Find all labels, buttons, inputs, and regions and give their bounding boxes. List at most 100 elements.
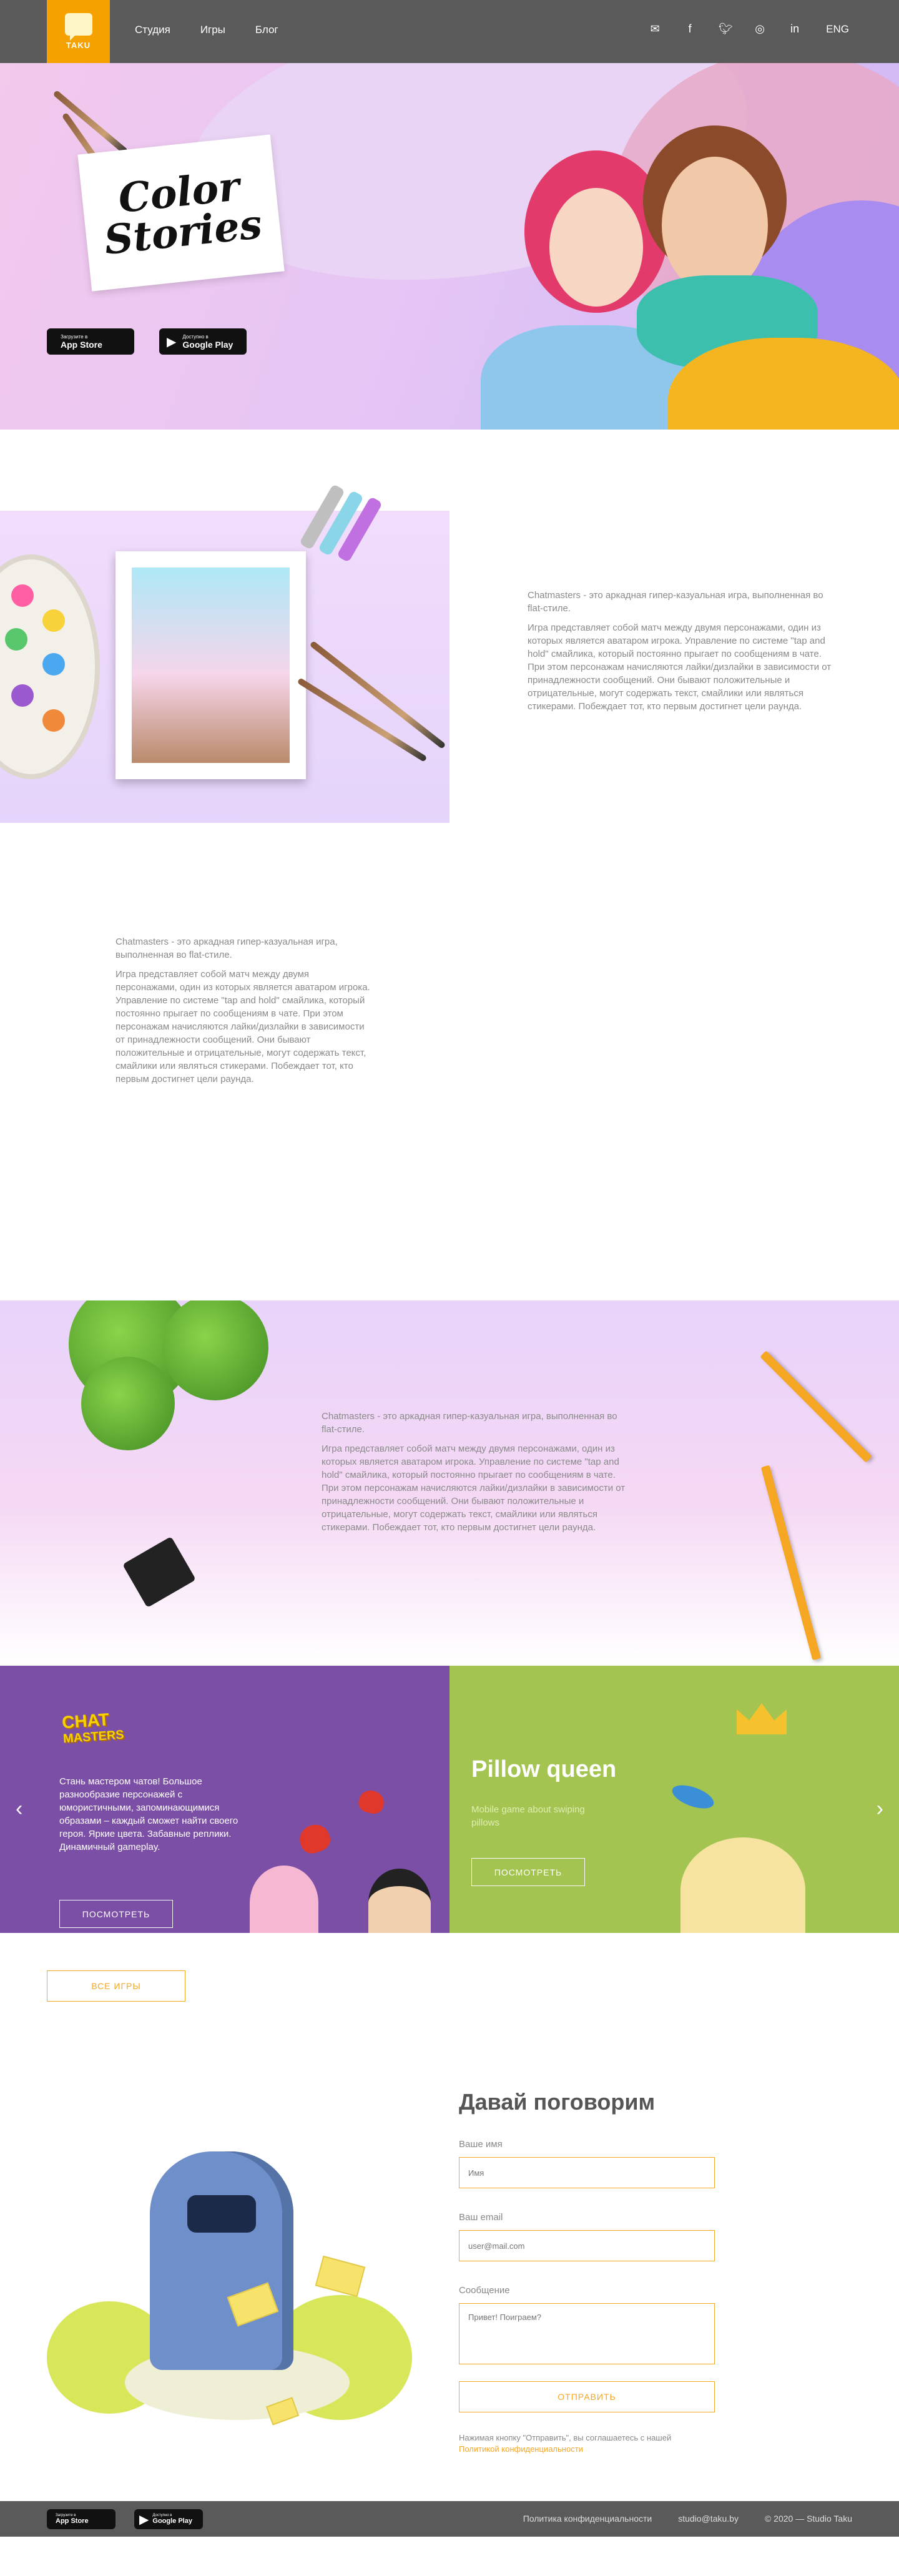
feature-body: Игра представляет собой матч между двумя… bbox=[322, 1443, 626, 1533]
feature-lead: Chatmasters - это аркадная гипер-казуаль… bbox=[528, 590, 823, 614]
feature-text: Chatmasters - это аркадная гипер-казуаль… bbox=[322, 1410, 634, 1540]
games-slider: CHAT MASTERS Стань мастером чатов! Больш… bbox=[0, 1666, 899, 1933]
message-label: Сообщение bbox=[459, 2285, 510, 2296]
character-boy-image bbox=[368, 1869, 431, 1933]
plant-image bbox=[162, 1300, 268, 1400]
paintbrush-image bbox=[52, 89, 129, 155]
paint-dot bbox=[42, 653, 65, 676]
framed-artwork bbox=[115, 551, 306, 779]
privacy-policy-link[interactable]: Политикой конфиденциальности bbox=[459, 2444, 583, 2454]
mailbox-illustration bbox=[150, 2151, 293, 2370]
footer-copyright: © 2020 — Studio Taku bbox=[764, 2514, 852, 2524]
email-input[interactable] bbox=[459, 2230, 715, 2261]
crown-icon bbox=[737, 1703, 787, 1734]
pencil-image bbox=[760, 1350, 872, 1463]
pencil-image bbox=[760, 1465, 822, 1661]
play-icon: ▶ bbox=[139, 2512, 149, 2527]
googleplay-big-text: Google Play bbox=[152, 2517, 192, 2525]
footer-googleplay-button[interactable]: ▶ Доступно в Google Play bbox=[134, 2509, 203, 2529]
slide-chatmasters: CHAT MASTERS Стань мастером чатов! Больш… bbox=[0, 1666, 450, 1933]
boy-face bbox=[662, 157, 768, 294]
feature-body: Игра представляет собой матч между двумя… bbox=[115, 969, 370, 1084]
paint-dot bbox=[5, 628, 27, 651]
feature-text: Chatmasters - это аркадная гипер-казуаль… bbox=[528, 589, 840, 719]
speech-bubble-icon bbox=[64, 13, 92, 41]
pillow-queen-description: Mobile game about swiping pillows bbox=[471, 1804, 585, 1828]
feature-text: Chatmasters - это аркадная гипер-казуаль… bbox=[115, 935, 371, 1092]
feature-lead: Chatmasters - это аркадная гипер-казуаль… bbox=[322, 1411, 617, 1435]
googleplay-big-text: Google Play bbox=[182, 339, 233, 350]
paint-dot bbox=[11, 584, 34, 607]
feature-section-3: Chatmasters - это аркадная гипер-казуаль… bbox=[0, 1300, 899, 1666]
paint-dot bbox=[42, 709, 65, 732]
nav-link-blog[interactable]: Блог bbox=[255, 24, 278, 36]
game-title-card: Color Stories bbox=[77, 134, 285, 292]
mailbox-eyes bbox=[187, 2195, 256, 2233]
artwork-image bbox=[132, 568, 290, 763]
send-button[interactable]: ОТПРАВИТЬ bbox=[459, 2381, 715, 2412]
nav-link-studio[interactable]: Студия bbox=[135, 24, 170, 36]
chatmasters-description: Стань мастером чатов! Большое разнообраз… bbox=[59, 1776, 238, 1852]
name-input[interactable] bbox=[459, 2157, 715, 2188]
appstore-big-text: App Store bbox=[56, 2517, 89, 2525]
privacy-note-text: Нажимая кнопку "Отправить", вы соглашает… bbox=[459, 2433, 672, 2442]
pillow-queen-title: Pillow queen bbox=[471, 1756, 617, 1782]
play-icon: ▶ bbox=[167, 335, 177, 349]
pillow-queen-character bbox=[680, 1837, 805, 1933]
footer-store-buttons: Загрузите в App Store ▶ Доступно в Googl… bbox=[47, 2509, 203, 2529]
logo-text: TAKU bbox=[66, 41, 91, 50]
message-textarea[interactable] bbox=[459, 2303, 715, 2364]
taku-logo[interactable]: TAKU bbox=[47, 0, 110, 63]
feature-lead: Chatmasters - это аркадная гипер-казуаль… bbox=[115, 937, 338, 960]
instagram-icon[interactable]: ◎ bbox=[754, 22, 766, 36]
store-buttons: Загрузите в App Store ▶ Доступно в Googl… bbox=[47, 328, 247, 355]
paint-dot bbox=[11, 684, 34, 707]
view-chatmasters-button[interactable]: ПОСМОТРЕТЬ bbox=[59, 1900, 173, 1928]
footer-appstore-button[interactable]: Загрузите в App Store bbox=[47, 2509, 115, 2529]
feature-section-2: Chatmasters - это аркадная гипер-казуаль… bbox=[0, 832, 899, 1300]
twitter-icon[interactable]: 🐦︎ bbox=[719, 22, 733, 36]
all-games-button[interactable]: ВСЕ ИГРЫ bbox=[47, 1970, 185, 2002]
footer-email-link[interactable]: studio@taku.by bbox=[678, 2514, 739, 2524]
envelope-image bbox=[315, 2255, 366, 2298]
feather-image bbox=[669, 1780, 717, 1814]
footer: Загрузите в App Store ▶ Доступно в Googl… bbox=[0, 2501, 899, 2537]
footer-privacy-link[interactable]: Политика конфиденциальности bbox=[523, 2514, 652, 2524]
appstore-small-text: Загрузите в bbox=[61, 333, 88, 340]
contact-form: Давай поговорим Ваше имя Ваш email Сообщ… bbox=[459, 2089, 721, 2455]
plant-image bbox=[81, 1357, 175, 1450]
character-girl-image bbox=[250, 1866, 318, 1933]
all-games-section: ВСЕ ИГРЫ bbox=[0, 1933, 899, 2052]
girl-face bbox=[549, 188, 643, 307]
linkedin-icon[interactable]: in bbox=[788, 22, 801, 36]
footer-links: Политика конфиденциальности studio@taku.… bbox=[523, 2514, 852, 2524]
appstore-big-text: App Store bbox=[61, 339, 102, 350]
contact-section: Давай поговорим Ваше имя Ваш email Сообщ… bbox=[0, 2052, 899, 2501]
name-label: Ваше имя bbox=[459, 2139, 503, 2150]
social-links: ✉ f 🐦︎ ◎ in ENG bbox=[649, 22, 849, 36]
couple-illustration bbox=[481, 101, 899, 430]
privacy-note: Нажимая кнопку "Отправить", вы соглашает… bbox=[459, 2432, 721, 2455]
contact-title: Давай поговорим bbox=[459, 2089, 656, 2115]
language-switch[interactable]: ENG bbox=[826, 23, 849, 36]
binder-clip-image bbox=[122, 1536, 196, 1608]
hero-banner: Color Stories Загрузите в App Store ▶ До… bbox=[0, 63, 899, 430]
chatmasters-logo: CHAT MASTERS bbox=[61, 1709, 124, 1748]
feature-body: Игра представляет собой матч между двумя… bbox=[528, 622, 832, 712]
slide-pillow-queen: Pillow queen Mobile game about swiping p… bbox=[450, 1666, 899, 1933]
feature-section-1: Chatmasters - это аркадная гипер-казуаль… bbox=[0, 430, 899, 832]
mail-icon[interactable]: ✉ bbox=[649, 22, 661, 36]
heart-icon bbox=[356, 1787, 386, 1816]
googleplay-small-text: Доступно в bbox=[182, 333, 209, 340]
slider-prev-arrow[interactable]: ‹ bbox=[16, 1797, 22, 1821]
view-pillow-queen-button[interactable]: ПОСМОТРЕТЬ bbox=[471, 1858, 585, 1886]
heart-icon bbox=[295, 1821, 334, 1857]
facebook-icon[interactable]: f bbox=[684, 22, 696, 36]
appstore-button[interactable]: Загрузите в App Store bbox=[47, 328, 134, 355]
paint-dot bbox=[42, 609, 65, 632]
slider-next-arrow[interactable]: › bbox=[877, 1797, 883, 1821]
nav-links: Студия Игры Блог bbox=[135, 24, 278, 36]
top-nav: TAKU Студия Игры Блог ✉ f 🐦︎ ◎ in ENG bbox=[0, 0, 899, 63]
nav-link-games[interactable]: Игры bbox=[200, 24, 225, 36]
googleplay-button[interactable]: ▶ Доступно в Google Play bbox=[159, 328, 247, 355]
